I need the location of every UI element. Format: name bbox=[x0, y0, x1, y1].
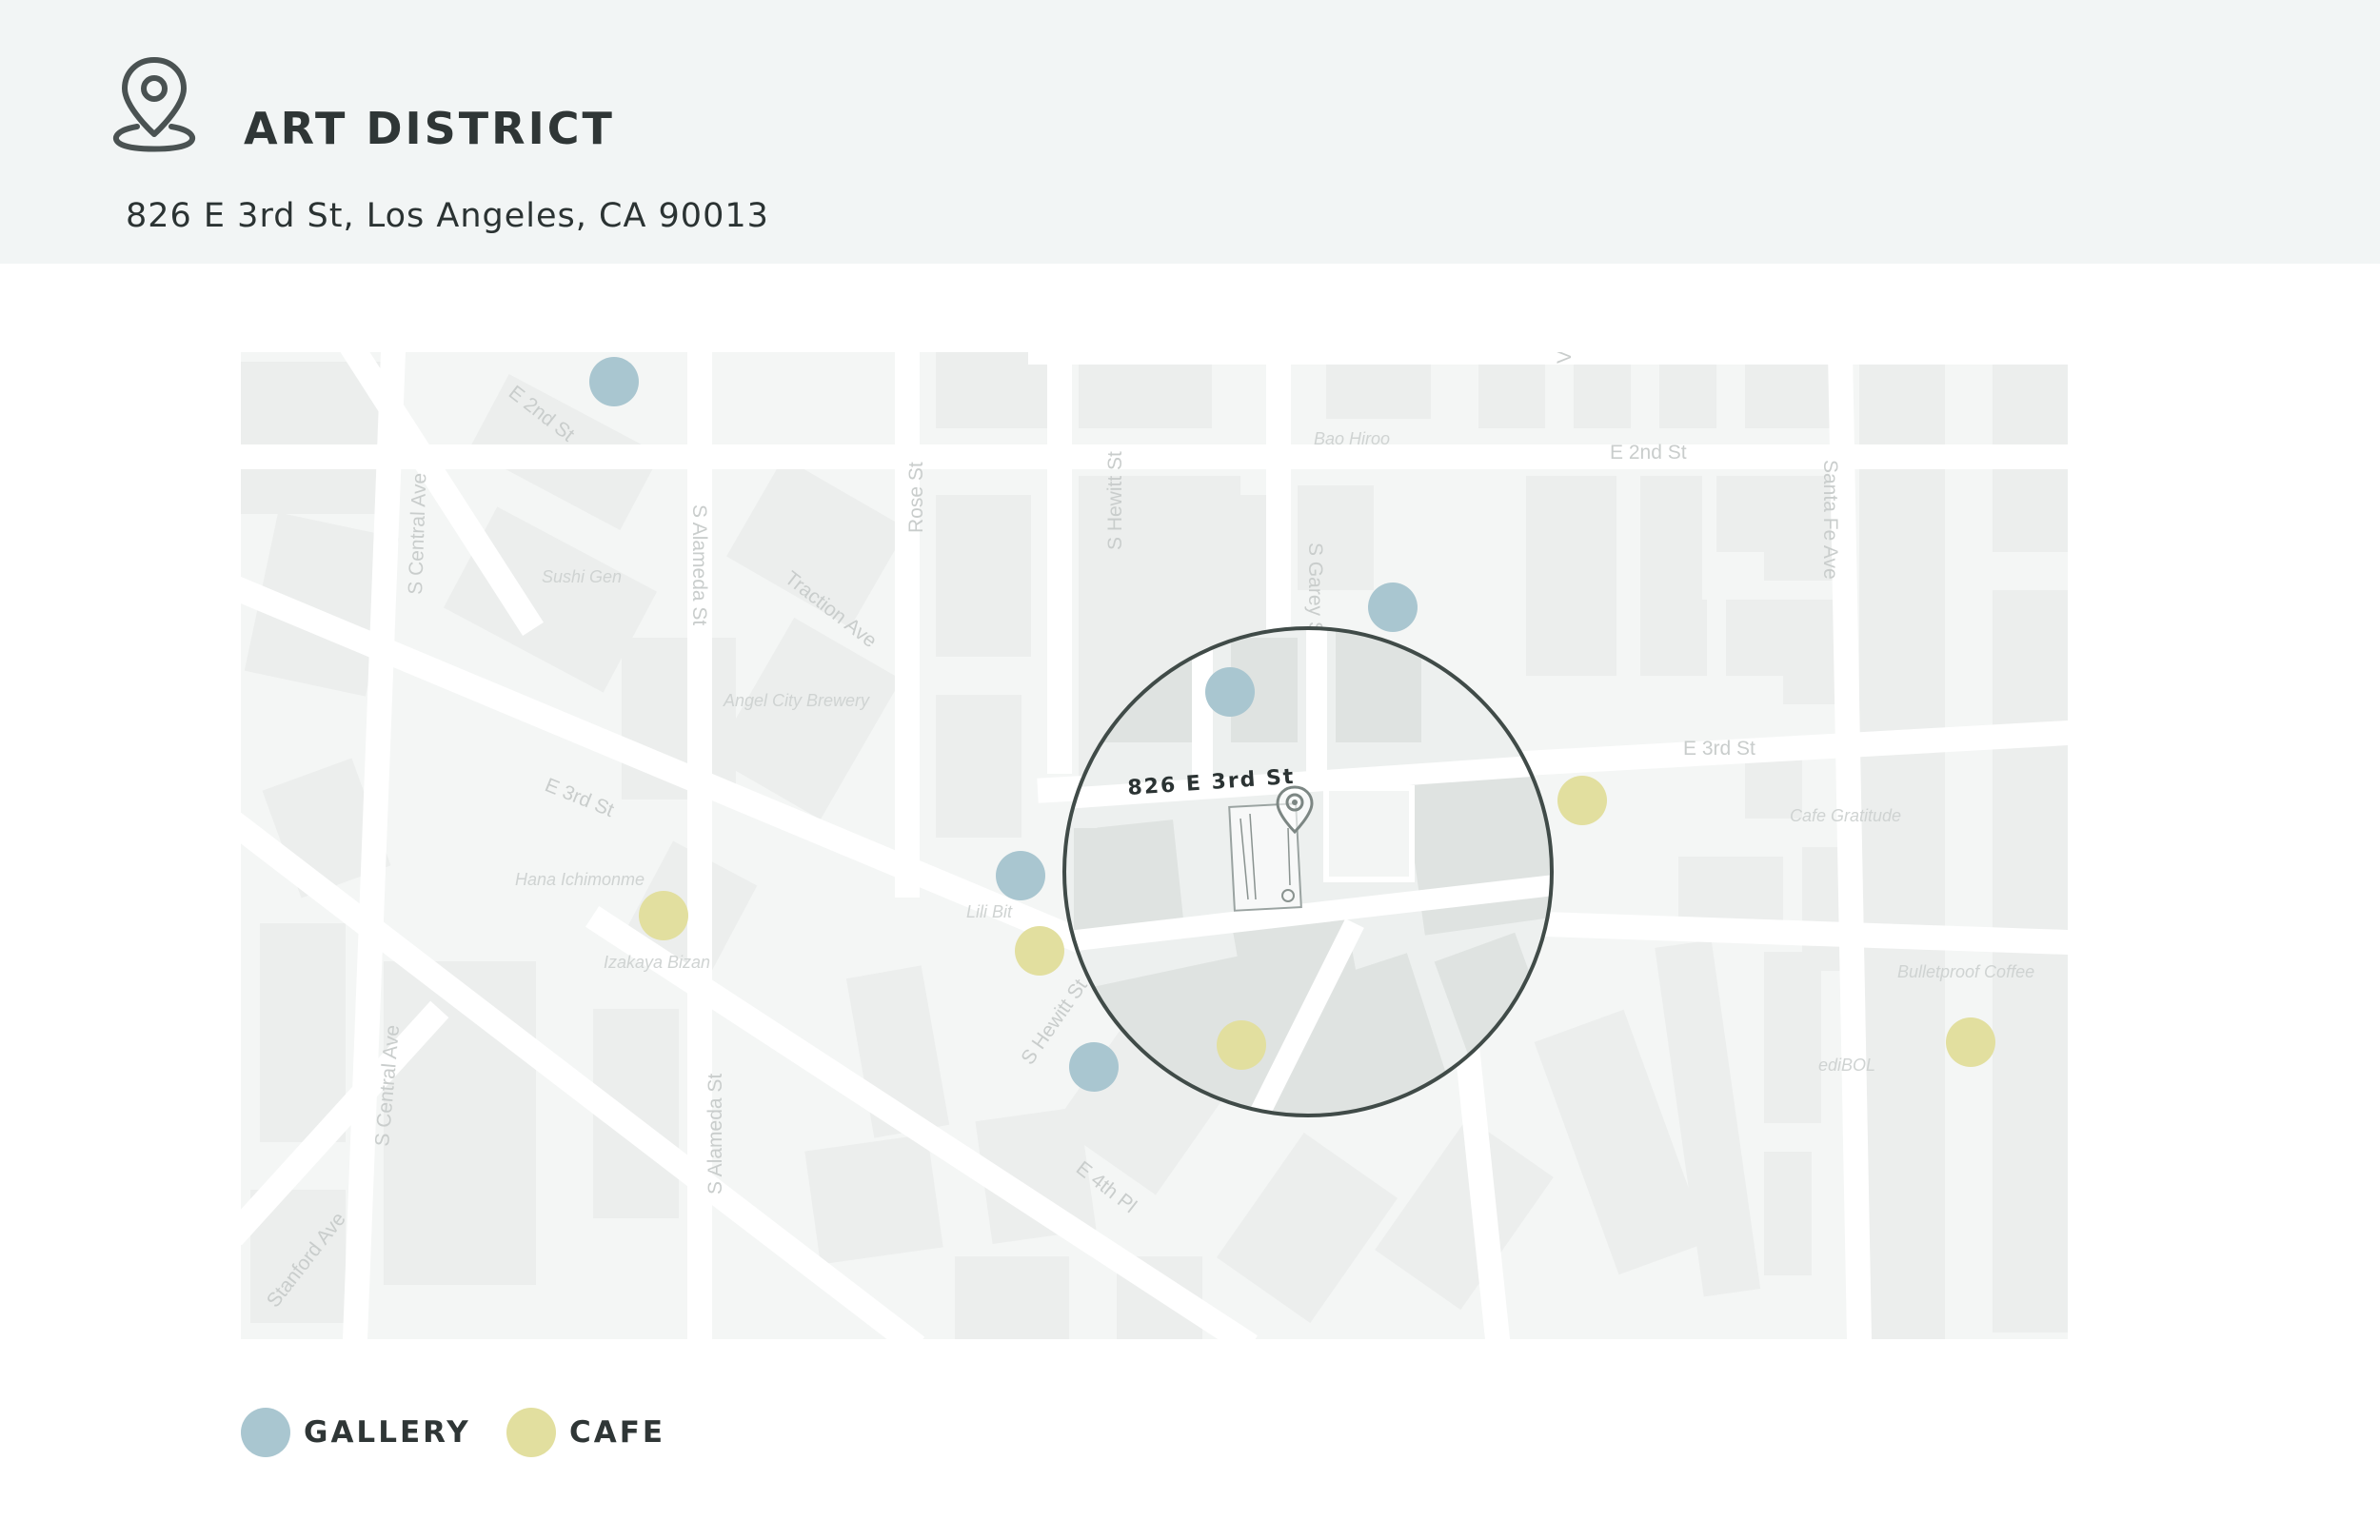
gallery-marker[interactable] bbox=[1205, 667, 1255, 717]
gallery-marker[interactable] bbox=[996, 851, 1045, 900]
legend-gallery: GALLERY bbox=[241, 1407, 471, 1458]
street-label: Rose St bbox=[905, 462, 927, 533]
gallery-marker[interactable] bbox=[589, 357, 639, 406]
gallery-marker[interactable] bbox=[1069, 1042, 1119, 1092]
cafe-marker[interactable] bbox=[1946, 1017, 1995, 1067]
poi-label: Hana Ichimonme bbox=[515, 870, 645, 889]
legend-cafe: CAFE bbox=[506, 1407, 665, 1458]
street-label: Vi bbox=[1554, 352, 1576, 364]
header-bar: ART DISTRICT 826 E 3rd St, Los Angeles, … bbox=[0, 0, 2380, 264]
cafe-marker[interactable] bbox=[1015, 926, 1064, 976]
location-pin-icon bbox=[112, 57, 196, 152]
poi-label: ediBOL bbox=[1818, 1056, 1875, 1075]
legend-gallery-label: GALLERY bbox=[304, 1415, 471, 1450]
gallery-swatch-icon bbox=[241, 1408, 290, 1457]
cafe-marker[interactable] bbox=[1557, 776, 1607, 825]
street-label: S Alameda St bbox=[688, 504, 710, 625]
street-label: S Alameda St bbox=[704, 1074, 726, 1194]
street-label: Santa Fe Ave bbox=[1819, 460, 1841, 580]
poi-label: Cafe Gratitude bbox=[1790, 806, 1901, 825]
street-label: S Hewitt St bbox=[1104, 451, 1126, 550]
street-label: S Central Ave bbox=[405, 472, 430, 595]
poi-label: Izakaya Bizan bbox=[604, 953, 710, 972]
cafe-swatch-icon bbox=[506, 1408, 556, 1457]
gallery-marker[interactable] bbox=[1368, 582, 1418, 632]
street-label: S Garey St bbox=[1304, 543, 1326, 641]
poi-label: Lili Bit bbox=[966, 902, 1013, 921]
page-title: ART DISTRICT bbox=[244, 103, 615, 154]
street-label: E 3rd St bbox=[1683, 738, 1755, 760]
map-view[interactable]: E 2nd St S Central Ave S Alameda St Rose… bbox=[241, 352, 2068, 1339]
address-text: 826 E 3rd St, Los Angeles, CA 90013 bbox=[126, 197, 769, 235]
poi-label: Angel City Brewery bbox=[723, 691, 870, 710]
legend-cafe-label: CAFE bbox=[569, 1415, 666, 1450]
cafe-marker[interactable] bbox=[639, 891, 688, 940]
poi-label: Bulletproof Coffee bbox=[1897, 962, 2034, 981]
street-label: E 2nd St bbox=[1610, 442, 1687, 464]
poi-label: Sushi Gen bbox=[542, 567, 622, 586]
cafe-marker[interactable] bbox=[1217, 1020, 1266, 1070]
map-canvas: E 2nd St S Central Ave S Alameda St Rose… bbox=[241, 352, 2068, 1339]
poi-label: Bao Hiroo bbox=[1314, 429, 1390, 448]
